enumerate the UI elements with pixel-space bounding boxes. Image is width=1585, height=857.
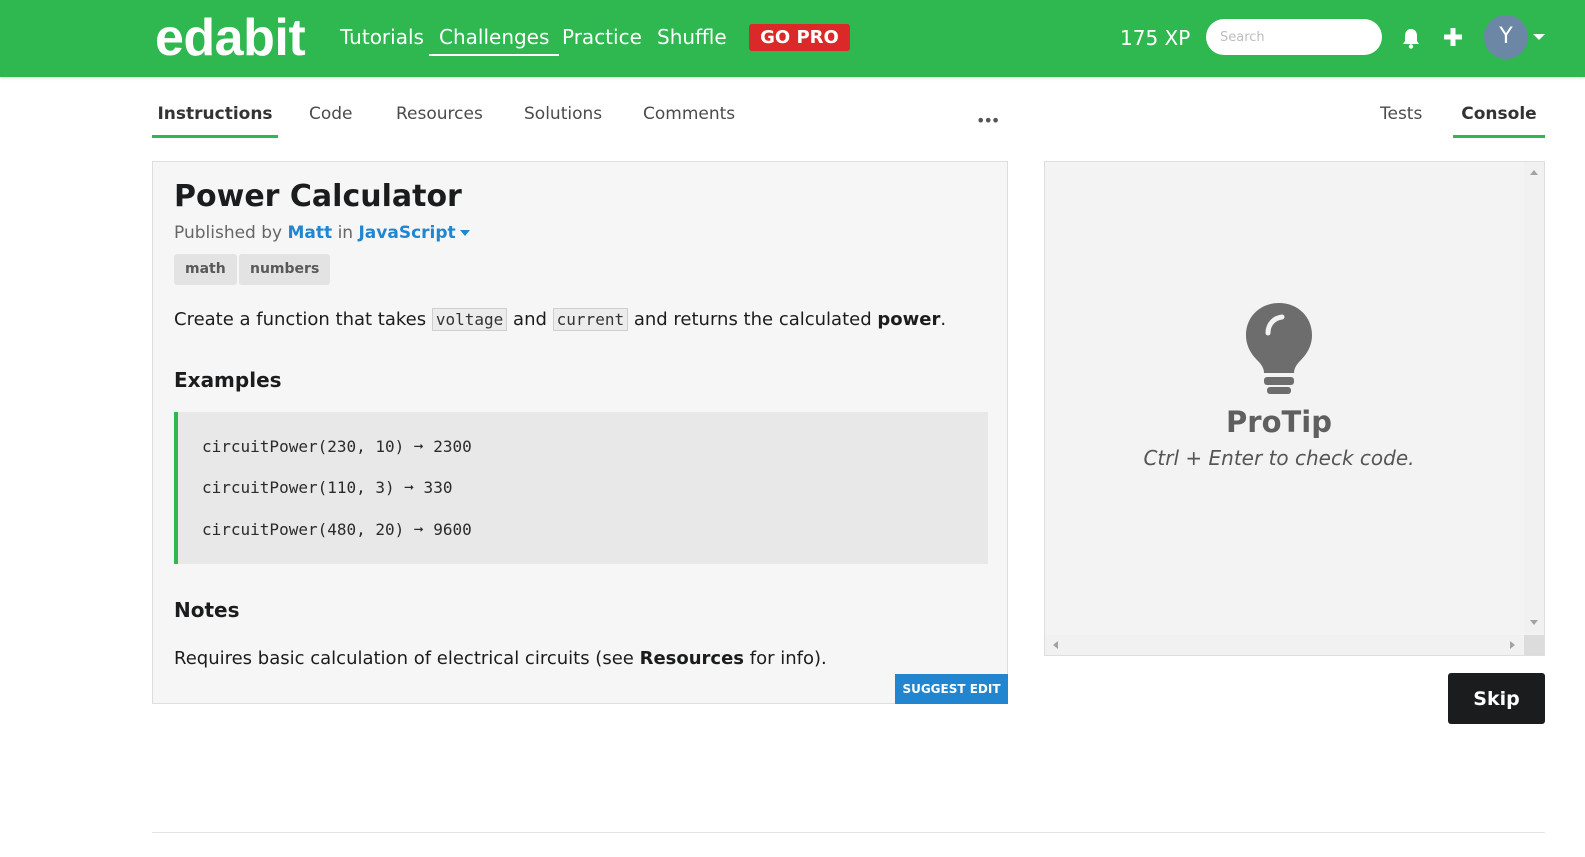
skip-button[interactable]: Skip	[1448, 673, 1545, 724]
example-line: circuitPower(110, 3) ➞ 330	[202, 478, 453, 497]
examples-block: circuitPower(230, 10) ➞ 2300 circuitPowe…	[174, 412, 988, 564]
desc-bold: power	[877, 309, 941, 330]
more-options-icon[interactable]: •••	[976, 111, 1000, 130]
scroll-up-icon[interactable]	[1530, 170, 1538, 175]
nav-challenges[interactable]: Challenges	[429, 24, 560, 56]
tab-code[interactable]: Code	[309, 102, 353, 126]
top-navbar: edabit Tutorials Challenges Practice Shu…	[0, 0, 1585, 77]
published-by-prefix: Published by	[174, 223, 283, 243]
scroll-right-icon[interactable]	[1510, 641, 1515, 649]
console-panel[interactable]: ProTip Ctrl + Enter to check code.	[1044, 161, 1545, 656]
bell-icon[interactable]	[1401, 27, 1421, 49]
notes-resources-bold: Resources	[639, 648, 745, 669]
user-avatar[interactable]: Y	[1484, 15, 1528, 59]
tab-instructions[interactable]: Instructions	[152, 102, 278, 138]
edabit-logo[interactable]: edabit	[155, 9, 306, 67]
scroll-left-icon[interactable]	[1053, 641, 1058, 649]
suggest-edit-button[interactable]: SUGGEST EDIT	[895, 674, 1008, 704]
nav-shuffle[interactable]: Shuffle	[657, 24, 727, 50]
tag-math[interactable]: math	[174, 254, 237, 285]
instructions-card: Power Calculator Published by Matt in Ja…	[152, 161, 1008, 704]
tag-numbers[interactable]: numbers	[239, 254, 331, 285]
scroll-down-icon[interactable]	[1530, 620, 1538, 625]
xp-count: 175 XP	[1120, 26, 1191, 50]
search-input[interactable]	[1206, 19, 1382, 55]
code-current: current	[552, 308, 629, 331]
tab-console[interactable]: Console	[1453, 102, 1545, 138]
notes-text: Requires basic calculation of electrical…	[174, 646, 827, 672]
vertical-scrollbar[interactable]	[1524, 162, 1544, 634]
tab-comments[interactable]: Comments	[643, 102, 735, 126]
desc-text: Create a function that takes	[174, 309, 427, 330]
code-voltage: voltage	[431, 308, 508, 331]
protip-title: ProTip	[1226, 405, 1332, 439]
protip-text: Ctrl + Enter to check code.	[1143, 446, 1415, 470]
challenge-title: Power Calculator	[174, 179, 462, 214]
footer-divider	[152, 832, 1545, 833]
lightbulb-icon	[1246, 303, 1312, 394]
example-line: circuitPower(480, 20) ➞ 9600	[202, 520, 472, 539]
language-link[interactable]: JavaScript	[358, 223, 455, 243]
published-by: Published by Matt in JavaScript	[174, 221, 470, 245]
scrollbar-corner	[1524, 635, 1544, 655]
notes-part: Requires basic calculation of electrical…	[174, 648, 634, 669]
chevron-down-icon[interactable]	[459, 230, 470, 236]
author-link[interactable]: Matt	[288, 223, 333, 243]
in-word: in	[337, 223, 354, 243]
desc-text: and returns the calculated	[633, 309, 872, 330]
examples-heading: Examples	[174, 368, 282, 392]
nav-practice[interactable]: Practice	[562, 24, 642, 50]
desc-text: .	[940, 309, 947, 330]
plus-icon[interactable]	[1442, 26, 1464, 48]
horizontal-scrollbar[interactable]	[1045, 635, 1523, 655]
challenge-description: Create a function that takes voltage and…	[174, 307, 946, 333]
chevron-down-icon[interactable]	[1533, 34, 1545, 40]
nav-tutorials[interactable]: Tutorials	[340, 24, 424, 50]
desc-text: and	[513, 309, 547, 330]
tab-resources[interactable]: Resources	[396, 102, 483, 126]
notes-heading: Notes	[174, 598, 240, 622]
go-pro-button[interactable]: GO PRO	[749, 24, 850, 51]
example-line: circuitPower(230, 10) ➞ 2300	[202, 437, 472, 456]
tab-solutions[interactable]: Solutions	[524, 102, 602, 126]
tab-tests[interactable]: Tests	[1380, 102, 1422, 126]
notes-part: for info).	[749, 648, 827, 669]
